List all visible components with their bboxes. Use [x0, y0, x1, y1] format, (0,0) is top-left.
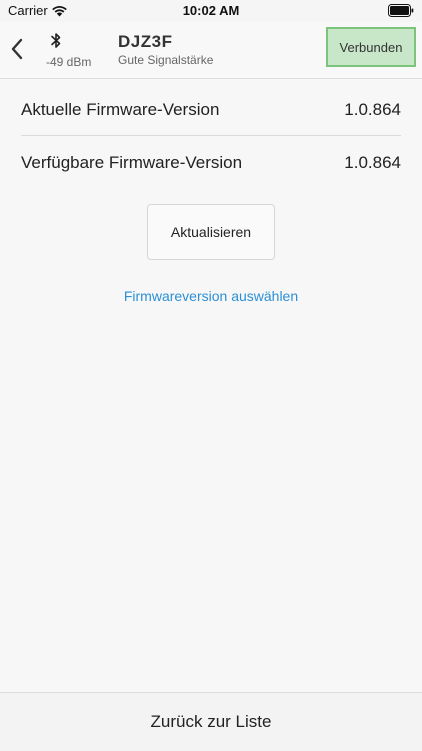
available-firmware-label: Verfügbare Firmware-Version: [21, 153, 243, 172]
current-firmware-row: Aktuelle Firmware-Version 1.0.864: [21, 96, 401, 124]
battery-icon: [388, 4, 414, 17]
current-firmware-label: Aktuelle Firmware-Version: [21, 100, 220, 119]
current-firmware-value: 1.0.864: [344, 100, 401, 119]
update-button-label: Aktualisieren: [170, 224, 252, 240]
bluetooth-icon: [51, 33, 61, 48]
back-to-list-button[interactable]: Zurück zur Liste: [0, 692, 422, 751]
device-header: -49 dBm DJZ3F Gute Signalstärke Verbunde…: [0, 22, 422, 79]
signal-quality: Gute Signalstärke: [118, 53, 214, 67]
connection-status-badge[interactable]: Verbunden: [326, 27, 416, 67]
device-name: DJZ3F: [118, 32, 173, 51]
available-firmware-row: Verfügbare Firmware-Version 1.0.864: [21, 149, 401, 177]
update-button[interactable]: Aktualisieren: [147, 204, 275, 260]
back-button[interactable]: [4, 34, 30, 64]
chevron-left-icon: [11, 38, 23, 60]
available-firmware-value: 1.0.864: [344, 153, 401, 172]
rssi-value: -49 dBm: [46, 55, 92, 69]
status-bar: Carrier 10:02 AM: [0, 0, 422, 22]
connection-status-label: Verbunden: [339, 39, 403, 55]
row-divider: [21, 135, 401, 136]
back-to-list-label: Zurück zur Liste: [150, 712, 272, 731]
select-firmware-version-link[interactable]: Firmwareversion auswählen: [0, 288, 422, 304]
status-time: 10:02 AM: [182, 3, 240, 18]
